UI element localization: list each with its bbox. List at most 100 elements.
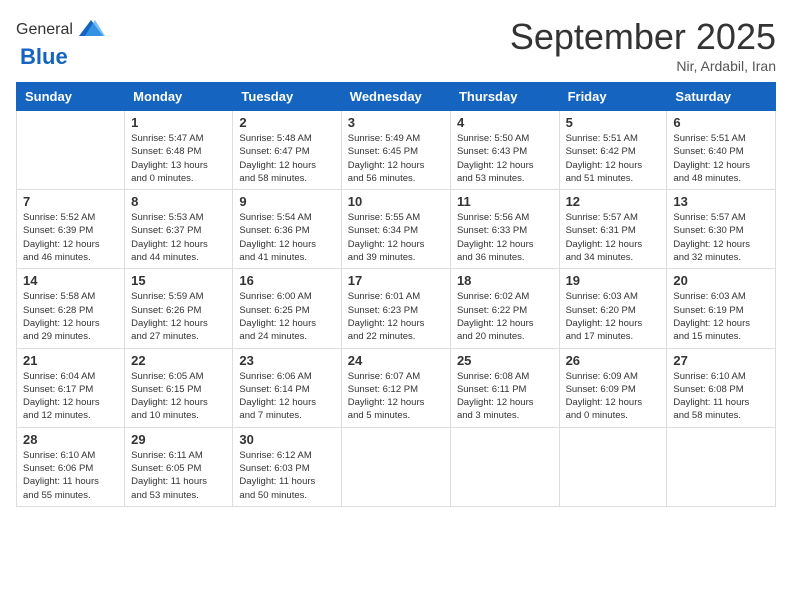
cell-info: Sunrise: 5:57 AMSunset: 6:30 PMDaylight:… bbox=[673, 211, 769, 264]
calendar-cell bbox=[17, 111, 125, 190]
calendar-header-row: SundayMondayTuesdayWednesdayThursdayFrid… bbox=[17, 83, 776, 111]
cell-info: Sunrise: 6:11 AMSunset: 6:05 PMDaylight:… bbox=[131, 449, 226, 502]
calendar-cell: 9 Sunrise: 5:54 AMSunset: 6:36 PMDaylight… bbox=[233, 190, 341, 269]
day-number: 20 bbox=[673, 273, 769, 288]
cell-info: Sunrise: 6:10 AMSunset: 6:06 PMDaylight:… bbox=[23, 449, 118, 502]
cell-info: Sunrise: 5:51 AMSunset: 6:42 PMDaylight:… bbox=[566, 132, 661, 185]
cell-info: Sunrise: 6:05 AMSunset: 6:15 PMDaylight:… bbox=[131, 370, 226, 423]
day-number: 26 bbox=[566, 353, 661, 368]
location: Nir, Ardabil, Iran bbox=[510, 58, 776, 74]
calendar-cell: 18 Sunrise: 6:02 AMSunset: 6:22 PMDayligh… bbox=[450, 269, 559, 348]
cell-info: Sunrise: 6:07 AMSunset: 6:12 PMDaylight:… bbox=[348, 370, 444, 423]
day-number: 14 bbox=[23, 273, 118, 288]
calendar-cell: 2Sunrise: 5:48 AMSunset: 6:47 PMDaylight… bbox=[233, 111, 341, 190]
cell-info: Sunrise: 6:10 AMSunset: 6:08 PMDaylight:… bbox=[673, 370, 769, 423]
logo-icon bbox=[77, 16, 105, 44]
day-number: 23 bbox=[239, 353, 334, 368]
calendar-cell: 25 Sunrise: 6:08 AMSunset: 6:11 PMDayligh… bbox=[450, 348, 559, 427]
calendar-cell: 22 Sunrise: 6:05 AMSunset: 6:15 PMDayligh… bbox=[125, 348, 233, 427]
calendar-cell: 15Sunrise: 5:59 AMSunset: 6:26 PMDayligh… bbox=[125, 269, 233, 348]
day-number: 4 bbox=[457, 115, 553, 130]
title-area: September 2025 Nir, Ardabil, Iran bbox=[510, 16, 776, 74]
calendar-cell: 14 Sunrise: 5:58 AMSunset: 6:28 PMDayligh… bbox=[17, 269, 125, 348]
day-number: 5 bbox=[566, 115, 661, 130]
calendar-cell: 11Sunrise: 5:56 AMSunset: 6:33 PMDayligh… bbox=[450, 190, 559, 269]
cell-info: Sunrise: 6:06 AMSunset: 6:14 PMDaylight:… bbox=[239, 370, 334, 423]
page-header: General Blue September 2025 Nir, Ardabil… bbox=[16, 16, 776, 74]
calendar-week-2: 7 Sunrise: 5:52 AMSunset: 6:39 PMDaylight… bbox=[17, 190, 776, 269]
header-saturday: Saturday bbox=[667, 83, 776, 111]
logo-general-text: General bbox=[16, 21, 73, 39]
calendar-cell: 1 Sunrise: 5:47 AMSunset: 6:48 PMDaylight… bbox=[125, 111, 233, 190]
day-number: 18 bbox=[457, 273, 553, 288]
day-number: 29 bbox=[131, 432, 226, 447]
cell-info: Sunrise: 6:03 AMSunset: 6:19 PMDaylight:… bbox=[673, 290, 769, 343]
calendar-cell: 10Sunrise: 5:55 AMSunset: 6:34 PMDayligh… bbox=[341, 190, 450, 269]
cell-info: Sunrise: 5:47 AMSunset: 6:48 PMDaylight:… bbox=[131, 132, 226, 185]
day-number: 7 bbox=[23, 194, 118, 209]
calendar-cell bbox=[667, 427, 776, 506]
calendar-cell bbox=[341, 427, 450, 506]
day-number: 3 bbox=[348, 115, 444, 130]
day-number: 12 bbox=[566, 194, 661, 209]
cell-info: Sunrise: 5:53 AMSunset: 6:37 PMDaylight:… bbox=[131, 211, 226, 264]
cell-info: Sunrise: 5:49 AMSunset: 6:45 PMDaylight:… bbox=[348, 132, 444, 185]
calendar-cell: 12 Sunrise: 5:57 AMSunset: 6:31 PMDayligh… bbox=[559, 190, 667, 269]
calendar-cell: 21Sunrise: 6:04 AMSunset: 6:17 PMDayligh… bbox=[17, 348, 125, 427]
calendar-week-5: 28 Sunrise: 6:10 AMSunset: 6:06 PMDayligh… bbox=[17, 427, 776, 506]
calendar-cell: 8 Sunrise: 5:53 AMSunset: 6:37 PMDaylight… bbox=[125, 190, 233, 269]
day-number: 6 bbox=[673, 115, 769, 130]
header-friday: Friday bbox=[559, 83, 667, 111]
day-number: 11 bbox=[457, 194, 553, 209]
header-monday: Monday bbox=[125, 83, 233, 111]
calendar-cell: 16 Sunrise: 6:00 AMSunset: 6:25 PMDayligh… bbox=[233, 269, 341, 348]
day-number: 22 bbox=[131, 353, 226, 368]
day-number: 19 bbox=[566, 273, 661, 288]
calendar-week-3: 14 Sunrise: 5:58 AMSunset: 6:28 PMDayligh… bbox=[17, 269, 776, 348]
calendar-cell bbox=[559, 427, 667, 506]
calendar-cell: 7 Sunrise: 5:52 AMSunset: 6:39 PMDaylight… bbox=[17, 190, 125, 269]
cell-info: Sunrise: 6:01 AMSunset: 6:23 PMDaylight:… bbox=[348, 290, 444, 343]
calendar-cell: 27 Sunrise: 6:10 AMSunset: 6:08 PMDayligh… bbox=[667, 348, 776, 427]
cell-info: Sunrise: 5:54 AMSunset: 6:36 PMDaylight:… bbox=[239, 211, 334, 264]
calendar-cell: 24 Sunrise: 6:07 AMSunset: 6:12 PMDayligh… bbox=[341, 348, 450, 427]
calendar-cell: 30Sunrise: 6:12 AMSunset: 6:03 PMDayligh… bbox=[233, 427, 341, 506]
calendar-cell: 29 Sunrise: 6:11 AMSunset: 6:05 PMDayligh… bbox=[125, 427, 233, 506]
calendar-cell bbox=[450, 427, 559, 506]
calendar-cell: 26Sunrise: 6:09 AMSunset: 6:09 PMDayligh… bbox=[559, 348, 667, 427]
cell-info: Sunrise: 5:52 AMSunset: 6:39 PMDaylight:… bbox=[23, 211, 118, 264]
calendar-cell: 13Sunrise: 5:57 AMSunset: 6:30 PMDayligh… bbox=[667, 190, 776, 269]
calendar-cell: 4Sunrise: 5:50 AMSunset: 6:43 PMDaylight… bbox=[450, 111, 559, 190]
calendar-cell: 5 Sunrise: 5:51 AMSunset: 6:42 PMDaylight… bbox=[559, 111, 667, 190]
cell-info: Sunrise: 6:03 AMSunset: 6:20 PMDaylight:… bbox=[566, 290, 661, 343]
cell-info: Sunrise: 6:02 AMSunset: 6:22 PMDaylight:… bbox=[457, 290, 553, 343]
cell-info: Sunrise: 6:04 AMSunset: 6:17 PMDaylight:… bbox=[23, 370, 118, 423]
day-number: 27 bbox=[673, 353, 769, 368]
calendar-week-4: 21Sunrise: 6:04 AMSunset: 6:17 PMDayligh… bbox=[17, 348, 776, 427]
cell-info: Sunrise: 5:59 AMSunset: 6:26 PMDaylight:… bbox=[131, 290, 226, 343]
calendar-table: SundayMondayTuesdayWednesdayThursdayFrid… bbox=[16, 82, 776, 507]
header-tuesday: Tuesday bbox=[233, 83, 341, 111]
cell-info: Sunrise: 6:00 AMSunset: 6:25 PMDaylight:… bbox=[239, 290, 334, 343]
day-number: 28 bbox=[23, 432, 118, 447]
day-number: 25 bbox=[457, 353, 553, 368]
cell-info: Sunrise: 6:08 AMSunset: 6:11 PMDaylight:… bbox=[457, 370, 553, 423]
cell-info: Sunrise: 5:57 AMSunset: 6:31 PMDaylight:… bbox=[566, 211, 661, 264]
day-number: 8 bbox=[131, 194, 226, 209]
calendar-cell: 17 Sunrise: 6:01 AMSunset: 6:23 PMDayligh… bbox=[341, 269, 450, 348]
cell-info: Sunrise: 5:58 AMSunset: 6:28 PMDaylight:… bbox=[23, 290, 118, 343]
cell-info: Sunrise: 5:55 AMSunset: 6:34 PMDaylight:… bbox=[348, 211, 444, 264]
calendar-cell: 28 Sunrise: 6:10 AMSunset: 6:06 PMDayligh… bbox=[17, 427, 125, 506]
day-number: 24 bbox=[348, 353, 444, 368]
calendar-cell: 19 Sunrise: 6:03 AMSunset: 6:20 PMDayligh… bbox=[559, 269, 667, 348]
day-number: 1 bbox=[131, 115, 226, 130]
header-wednesday: Wednesday bbox=[341, 83, 450, 111]
day-number: 9 bbox=[239, 194, 334, 209]
calendar-cell: 3 Sunrise: 5:49 AMSunset: 6:45 PMDaylight… bbox=[341, 111, 450, 190]
day-number: 2 bbox=[239, 115, 334, 130]
logo-blue-text: Blue bbox=[20, 44, 68, 69]
day-number: 16 bbox=[239, 273, 334, 288]
day-number: 17 bbox=[348, 273, 444, 288]
calendar-week-1: 1 Sunrise: 5:47 AMSunset: 6:48 PMDaylight… bbox=[17, 111, 776, 190]
header-thursday: Thursday bbox=[450, 83, 559, 111]
